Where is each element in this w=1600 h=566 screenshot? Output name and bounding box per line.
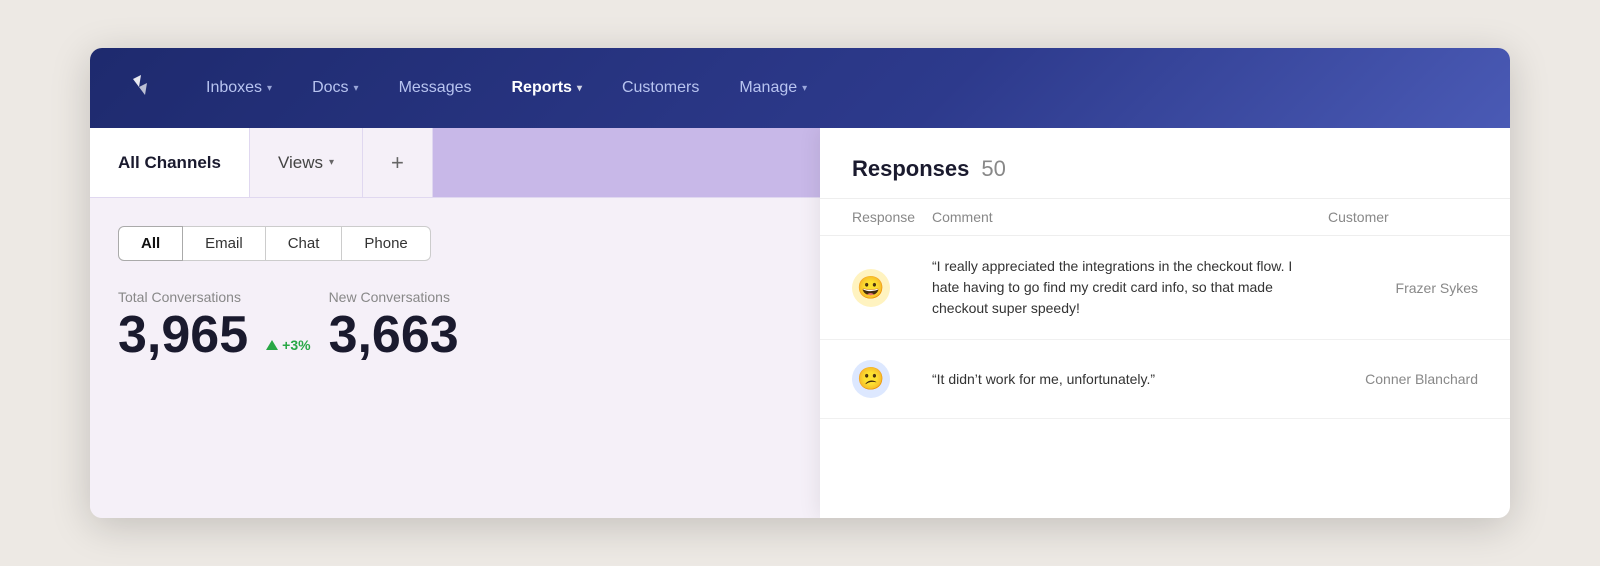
responses-count: 50 <box>981 156 1005 182</box>
all-channels-tab[interactable]: All Channels <box>90 128 250 197</box>
sub-nav-spacer <box>433 128 820 197</box>
chevron-down-icon: ▾ <box>267 83 272 94</box>
responses-header: Responses 50 <box>820 128 1510 199</box>
main-window: Inboxes ▾ Docs ▾ Messages Reports ▾ Cust… <box>90 48 1510 518</box>
filter-tab-email[interactable]: Email <box>183 226 266 261</box>
sub-nav: All Channels Views ▾ + <box>90 128 820 198</box>
table-row[interactable]: 😀 “I really appreciated the integrations… <box>820 236 1510 340</box>
new-conversations-value: 3,663 <box>329 309 459 361</box>
chevron-down-icon: ▾ <box>802 83 807 94</box>
chevron-down-icon: ▾ <box>329 157 334 168</box>
views-tab[interactable]: Views ▾ <box>250 128 363 197</box>
comment-text: “I really appreciated the integrations i… <box>932 256 1328 319</box>
filter-tabs: All Email Chat Phone <box>90 198 820 261</box>
table-row[interactable]: 😕 “It didn’t work for me, unfortunately.… <box>820 340 1510 419</box>
column-comment: Comment <box>932 209 1328 225</box>
stats-area: Total Conversations 3,965 +3% New Conver… <box>90 261 820 389</box>
customer-name: Frazer Sykes <box>1328 280 1478 296</box>
happy-emoji-icon: 😀 <box>852 269 890 307</box>
responses-title: Responses <box>852 156 969 182</box>
response-emoji: 😕 <box>852 360 932 398</box>
table-header: Response Comment Customer <box>820 199 1510 236</box>
add-tab-button[interactable]: + <box>363 128 433 197</box>
navbar: Inboxes ▾ Docs ▾ Messages Reports ▾ Cust… <box>90 48 1510 128</box>
filter-tab-all[interactable]: All <box>118 226 183 261</box>
right-panel: Responses 50 Response Comment Customer 😀… <box>820 128 1510 518</box>
total-conversations-value: 3,965 <box>118 309 248 361</box>
chevron-down-icon: ▾ <box>577 83 582 94</box>
column-customer: Customer <box>1328 209 1478 225</box>
customer-name: Conner Blanchard <box>1328 371 1478 387</box>
nav-item-docs[interactable]: Docs ▾ <box>296 71 374 105</box>
response-emoji: 😀 <box>852 269 932 307</box>
logo[interactable] <box>122 66 166 110</box>
nav-item-manage[interactable]: Manage ▾ <box>723 71 823 105</box>
arrow-up-icon <box>266 340 278 350</box>
filter-tab-chat[interactable]: Chat <box>266 226 343 261</box>
total-conversations-block: Total Conversations 3,965 <box>118 289 248 361</box>
nav-item-messages[interactable]: Messages <box>383 71 488 105</box>
nav-item-inboxes[interactable]: Inboxes ▾ <box>190 71 288 105</box>
nav-item-customers[interactable]: Customers <box>606 71 715 105</box>
nav-item-reports[interactable]: Reports ▾ <box>495 71 597 105</box>
growth-badge: +3% <box>266 337 310 361</box>
total-conversations-label: Total Conversations <box>118 289 248 305</box>
content-area: All Channels Views ▾ + All Email <box>90 128 1510 518</box>
comment-text: “It didn’t work for me, unfortunately.” <box>932 369 1328 390</box>
new-conversations-label: New Conversations <box>329 289 459 305</box>
column-response: Response <box>852 209 932 225</box>
chevron-down-icon: ▾ <box>354 83 359 94</box>
filter-tab-phone[interactable]: Phone <box>342 226 430 261</box>
sad-emoji-icon: 😕 <box>852 360 890 398</box>
left-panel: All Channels Views ▾ + All Email <box>90 128 820 518</box>
new-conversations-block: New Conversations 3,663 <box>329 289 459 361</box>
